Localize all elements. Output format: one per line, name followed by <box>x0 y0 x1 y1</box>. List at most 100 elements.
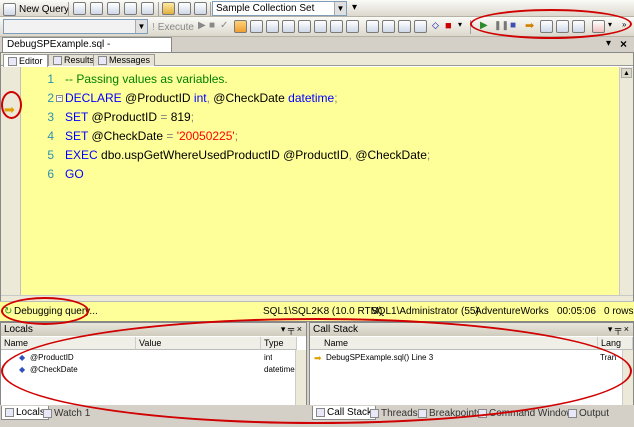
execute-button[interactable]: ! Execute <box>152 19 194 35</box>
call-stack-scrollbar[interactable] <box>622 350 633 405</box>
collapse-icon[interactable]: − <box>56 95 63 102</box>
code-line[interactable]: -- Passing values as variables. <box>65 70 228 89</box>
step-over-icon[interactable] <box>556 20 569 33</box>
vertical-scrollbar[interactable]: ▲ <box>619 67 633 295</box>
mdx-query-icon[interactable] <box>107 2 120 15</box>
results-to-grid-icon[interactable] <box>330 20 343 33</box>
stop-debugging-icon[interactable]: ■ <box>445 20 452 32</box>
continue-icon[interactable]: ▶ <box>480 20 488 31</box>
chevron-down-icon[interactable]: ▼ <box>135 20 147 33</box>
tab-command-window[interactable]: Command Window <box>475 406 576 420</box>
include-plan-icon[interactable] <box>282 20 295 33</box>
document-tab[interactable]: DebugSPExample.sql - SQL1\......ng... <box>2 37 172 64</box>
line-number: 1 <box>47 72 54 86</box>
show-next-statement-icon[interactable]: ➡ <box>525 19 534 32</box>
code-token: = <box>160 110 171 124</box>
parse-icon[interactable]: ✓ <box>220 20 228 31</box>
toolbar-overflow-icon[interactable]: ▾ <box>352 2 357 13</box>
increase-indent-icon[interactable] <box>414 20 427 33</box>
breakpoint-gutter[interactable]: ➡ <box>1 67 21 295</box>
tab-threads[interactable]: Threads <box>367 406 421 420</box>
step-into-icon[interactable] <box>540 20 553 33</box>
tab-results[interactable]: Results <box>48 54 100 66</box>
break-all-icon[interactable]: ❚❚ <box>494 20 509 31</box>
column-header-name[interactable]: Name <box>1 337 136 350</box>
debug-play-icon[interactable]: ▶ <box>198 20 206 31</box>
code-token: GO <box>65 167 84 181</box>
analysis-query-icon[interactable] <box>90 2 103 15</box>
local-type: int <box>264 353 273 362</box>
specify-values-icon[interactable]: ◇ <box>432 20 439 31</box>
pane-controls-icon[interactable]: ▾ ╤ × <box>608 323 629 336</box>
code-token: DECLARE <box>65 91 126 105</box>
xmla-query-icon[interactable] <box>141 2 154 15</box>
estimated-plan-icon[interactable] <box>234 20 247 33</box>
dmx-query-icon[interactable] <box>124 2 137 15</box>
code-line[interactable]: SET @ProductID = 819; <box>65 108 194 127</box>
code-token: ; <box>234 129 239 143</box>
code-token: @ProductID <box>91 110 161 124</box>
code-token: @CheckDate <box>91 129 167 143</box>
left-tool-tabs: Locals Watch 1 <box>0 405 309 421</box>
breakpoints-window-icon[interactable] <box>592 20 605 33</box>
uncomment-icon[interactable] <box>382 20 395 33</box>
variable-icon: ◆ <box>19 365 26 374</box>
new-query-icon <box>3 2 16 16</box>
threads-icon <box>370 408 379 418</box>
pane-controls-icon[interactable]: ▾ ╤ × <box>281 323 302 336</box>
locals-title: Locals <box>4 324 33 335</box>
chevron-down-icon[interactable]: ▼ <box>334 2 346 15</box>
code-line[interactable]: GO <box>65 165 84 184</box>
open-file-icon[interactable] <box>162 2 175 15</box>
code-line[interactable]: EXEC dbo.uspGetWhereUsedProductID @Produ… <box>65 146 430 165</box>
column-header-value[interactable]: Value <box>136 337 261 350</box>
query-toolbar: ▼ ! Execute ▶ ■ ✓ ◇ ■ ▾ ▶ ❚❚ ■ ➡ ▾ » <box>0 17 634 37</box>
code-token: -- Passing values as variables. <box>65 72 228 86</box>
column-header-lang[interactable]: Lang <box>598 337 633 350</box>
new-query-button[interactable]: New Query <box>3 1 69 17</box>
close-icon[interactable]: × <box>620 37 627 51</box>
document-list-dropdown-icon[interactable]: ▾ <box>606 38 611 49</box>
client-stats-icon[interactable] <box>298 20 311 33</box>
code-token: ; <box>190 110 195 124</box>
column-header-name[interactable]: Name <box>310 337 598 350</box>
execute-icon: ! <box>152 21 155 33</box>
code-area[interactable]: 1 -- Passing values as variables. 2− DECLAR… <box>21 67 619 295</box>
intellisense-icon[interactable] <box>266 20 279 33</box>
save-icon[interactable] <box>178 2 191 15</box>
line-number: 6 <box>47 167 54 181</box>
results-to-text-icon[interactable] <box>314 20 327 33</box>
tab-messages[interactable]: Messages <box>93 54 156 66</box>
watch-icon <box>43 408 52 418</box>
code-line[interactable]: SET @CheckDate = '20050225'; <box>65 127 238 146</box>
tab-watch[interactable]: Watch 1 <box>40 406 93 420</box>
status-rows: 0 rows <box>604 306 634 317</box>
database-engine-query-icon[interactable] <box>73 2 86 15</box>
decrease-indent-icon[interactable] <box>398 20 411 33</box>
available-databases-combo[interactable]: ▼ <box>3 19 148 34</box>
line-number: 2 <box>47 91 54 105</box>
comment-icon[interactable] <box>366 20 379 33</box>
standard-toolbar: New Query Sample Collection Set ▼ ▾ <box>0 0 634 17</box>
tab-editor[interactable]: Editor <box>3 54 48 67</box>
new-query-label: New Query <box>19 3 70 15</box>
toolbar-overflow-icon[interactable]: ▾ <box>458 20 462 29</box>
code-line[interactable]: DECLARE @ProductID int, @CheckDate datet… <box>65 89 338 108</box>
tab-output[interactable]: Output <box>565 406 612 420</box>
chevron-down-icon[interactable]: ▾ <box>608 20 612 29</box>
save-all-icon[interactable] <box>194 2 207 15</box>
toolbar-overflow-icon[interactable]: » <box>622 20 626 29</box>
results-to-file-icon[interactable] <box>346 20 359 33</box>
stop-debug-icon[interactable]: ■ <box>510 20 516 31</box>
locals-scrollbar[interactable] <box>295 350 306 405</box>
collection-set-combo[interactable]: Sample Collection Set ▼ <box>212 1 347 16</box>
scroll-up-icon[interactable]: ▲ <box>621 68 632 78</box>
stop-icon[interactable]: ■ <box>209 20 215 31</box>
tab-results-label: Results <box>64 55 95 65</box>
status-state: Debugging query... <box>14 306 98 317</box>
code-token: SET <box>65 110 92 124</box>
ssms-window: New Query Sample Collection Set ▼ ▾ ▼ ! … <box>0 0 634 427</box>
column-header-type[interactable]: Type <box>261 337 297 350</box>
query-options-icon[interactable] <box>250 20 263 33</box>
step-out-icon[interactable] <box>572 20 585 33</box>
